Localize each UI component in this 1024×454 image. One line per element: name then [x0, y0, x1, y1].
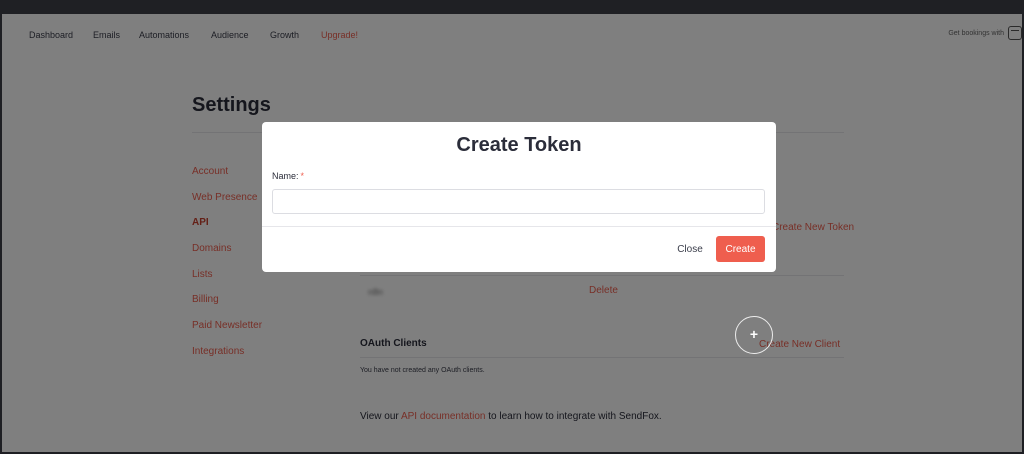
cursor-indicator [735, 316, 773, 354]
dialog-title: Create Token [456, 134, 582, 156]
window-top-bar [0, 0, 1024, 14]
name-label-text: Name: [272, 171, 299, 181]
dialog-footer-divider [262, 226, 776, 227]
create-button[interactable]: Create [716, 236, 765, 262]
app-window: Dashboard Emails Automations Audience Gr… [2, 14, 1022, 452]
close-button[interactable]: Close [670, 236, 710, 262]
required-marker: * [300, 171, 305, 181]
create-token-dialog: Create Token Name: * Close Create [262, 122, 776, 272]
token-name-input[interactable] [272, 189, 765, 214]
name-field-label: Name: * [272, 171, 304, 181]
